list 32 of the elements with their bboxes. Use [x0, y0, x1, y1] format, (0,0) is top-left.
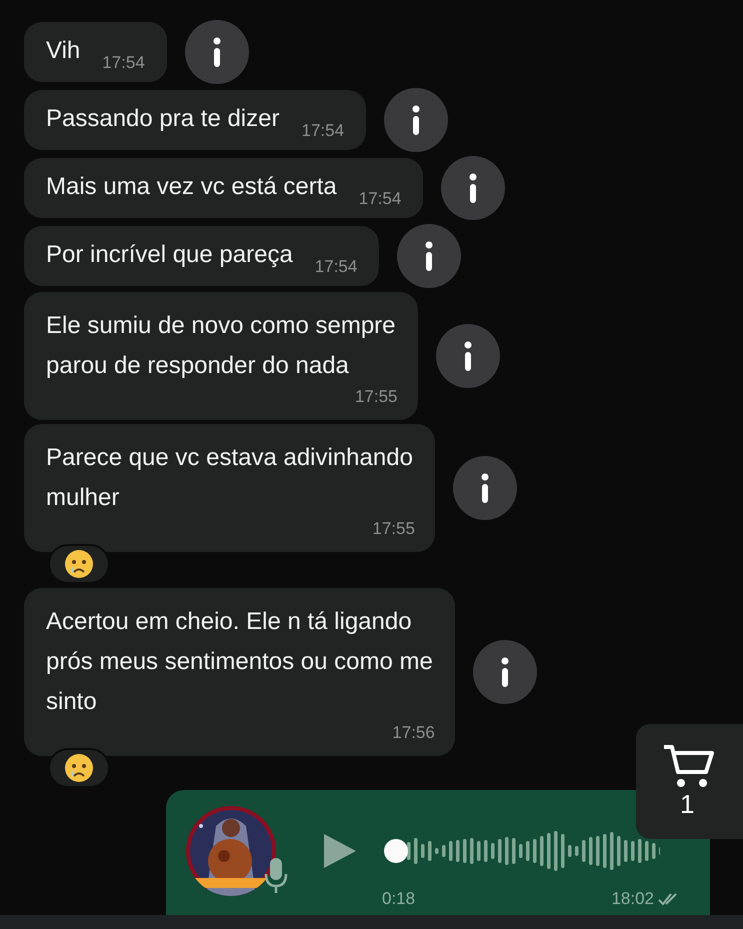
message-text: Por incrível que pareça	[46, 240, 293, 270]
crying-face-icon	[64, 753, 94, 783]
playback-thumb[interactable]	[384, 839, 408, 863]
message-time: 17:54	[102, 52, 145, 74]
crying-face-icon	[64, 549, 94, 579]
play-button[interactable]	[324, 834, 358, 868]
message-text: Acertou em cheio. Ele n tá ligando prós meus sentimentos ou como me sinto	[46, 607, 433, 717]
cart-count: 1	[680, 788, 694, 820]
message-text: Passando pra te dizer	[46, 104, 280, 134]
message-text: Mais uma vez vc está certa	[46, 172, 337, 202]
message-time: 17:55	[372, 518, 415, 540]
message-text: Parece que vc estava adivinhando mulher	[46, 443, 413, 513]
message-time: 17:54	[301, 120, 344, 142]
message-text: Ele sumiu de novo como sempre parou de responder do nada	[46, 311, 396, 381]
message-time: 17:54	[358, 188, 402, 210]
info-icon	[412, 105, 420, 135]
info-icon	[425, 241, 434, 271]
play-icon	[324, 834, 356, 868]
message-time: 18:02	[611, 888, 654, 910]
info-icon	[464, 341, 472, 371]
info-icon	[212, 37, 221, 67]
microphone-icon	[264, 856, 288, 894]
info-icon	[500, 657, 509, 687]
info-icon	[469, 173, 478, 203]
message-time: 17:55	[354, 386, 398, 408]
message-time: 17:54	[314, 256, 358, 278]
message-text: Vih	[46, 36, 80, 66]
info-icon	[480, 473, 489, 503]
cart-button[interactable]: 1	[636, 724, 743, 839]
message-time: 17:56	[392, 722, 435, 744]
voice-duration: 0:18	[382, 888, 416, 910]
cart-icon	[662, 744, 714, 788]
